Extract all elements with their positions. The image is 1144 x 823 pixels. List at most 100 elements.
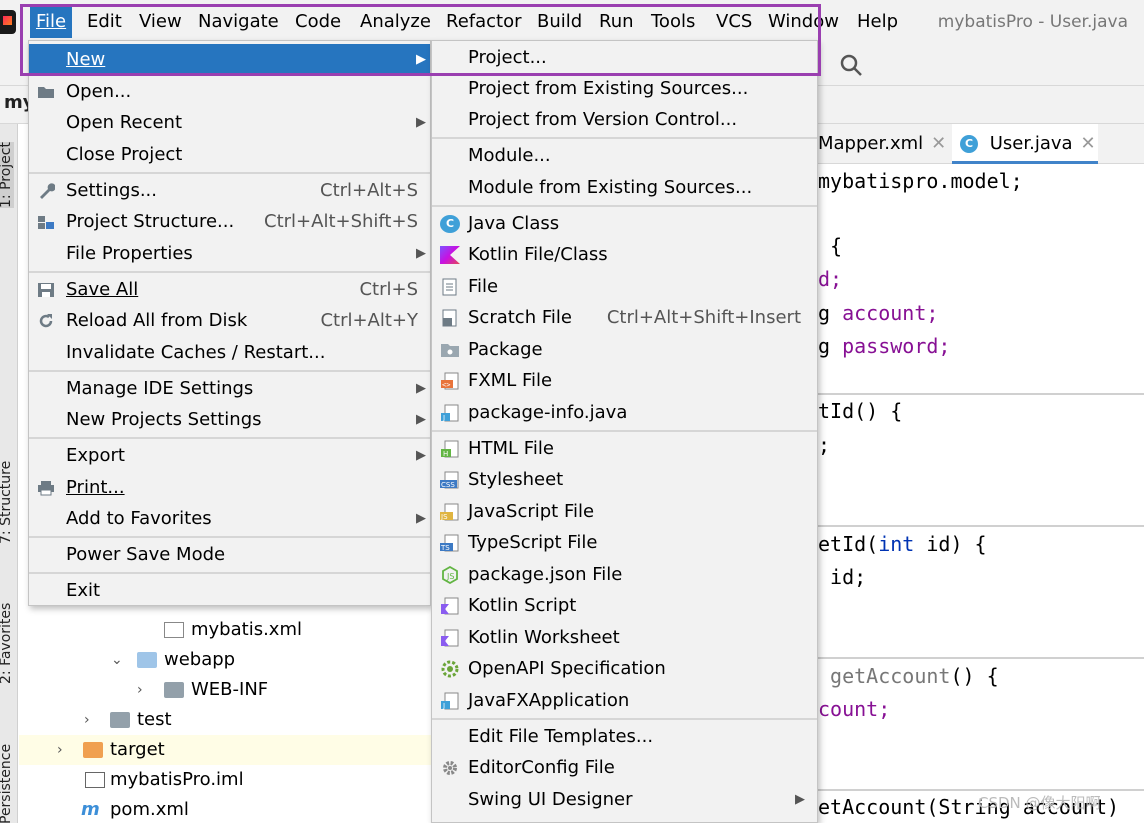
tree-row[interactable]: mybatisPro.iml (19, 765, 431, 795)
menu-item-reload[interactable]: Reload All from Disk Ctrl+Alt+Y (29, 305, 430, 337)
menu-item-new-projects-settings[interactable]: New Projects Settings ▶ (29, 404, 430, 436)
menu-item-swing-ui-designer[interactable]: Swing UI Designer ▶ (432, 784, 817, 816)
search-icon[interactable] (838, 52, 864, 78)
menu-edit[interactable]: Edit (81, 6, 128, 38)
menu-item-add-to-favorites[interactable]: Add to Favorites ▶ (29, 503, 430, 535)
menu-item-package[interactable]: Package (432, 334, 817, 366)
tree-row[interactable]: › WEB-INF (19, 675, 431, 705)
menu-item-close-project[interactable]: Close Project (29, 139, 430, 171)
menu-item-exit[interactable]: Exit (29, 575, 430, 607)
code-line: d; (818, 267, 843, 291)
excluded-folder-icon (83, 742, 103, 758)
menu-item-project-from-existing-sources[interactable]: Project from Existing Sources... (432, 73, 817, 105)
folder-open-icon (38, 87, 54, 98)
tab-mapper-xml[interactable]: Mapper.xml ✕ (818, 124, 948, 164)
menu-vcs[interactable]: VCS (710, 6, 758, 38)
menu-item-html-file[interactable]: H HTML File (432, 433, 817, 465)
code-editor[interactable]: mybatispro.model; { d; g account; g pass… (818, 164, 1144, 823)
code-line: count; (818, 697, 891, 721)
menu-navigate[interactable]: Navigate (192, 6, 285, 38)
method-separator (818, 657, 1144, 659)
menu-item-new[interactable]: New ▶ (29, 44, 430, 76)
menu-refactor[interactable]: Refactor (440, 6, 528, 38)
menu-item-manage-ide-settings[interactable]: Manage IDE Settings ▶ (29, 373, 430, 405)
menu-help[interactable]: Help (851, 6, 904, 38)
menu-file[interactable]: File (30, 6, 73, 38)
menu-item-fxml-file[interactable]: <> FXML File (432, 365, 817, 397)
menu-item-power-save-mode[interactable]: Power Save Mode (29, 539, 430, 571)
scratch-file-icon (442, 309, 457, 327)
menu-item-package-info[interactable]: J package-info.java (432, 397, 817, 429)
menu-item-kotlin-class[interactable]: Kotlin File/Class (432, 239, 817, 271)
menu-item-stylesheet[interactable]: CSS Stylesheet (432, 464, 817, 496)
tree-row[interactable]: m pom.xml (19, 795, 431, 823)
tree-row[interactable]: › target (19, 735, 431, 765)
menu-item-file-properties[interactable]: File Properties ▶ (29, 238, 430, 270)
close-icon[interactable]: ✕ (1081, 133, 1096, 154)
menu-build[interactable]: Build (531, 6, 588, 38)
menu-item-kotlin-script[interactable]: Kotlin Script (432, 590, 817, 622)
menu-item-java-class[interactable]: C Java Class (432, 208, 817, 240)
fxml-file-icon: <> (441, 372, 459, 390)
menu-item-print[interactable]: Print... (29, 472, 430, 504)
menu-item-project-structure[interactable]: Project Structure... Ctrl+Alt+Shift+S (29, 206, 430, 238)
menu-separator (29, 437, 430, 439)
menu-item-module-from-existing-sources[interactable]: Module from Existing Sources... (432, 172, 817, 204)
menu-item-open[interactable]: Open... (29, 76, 430, 108)
xml-file-icon (164, 622, 184, 638)
tab-persistence[interactable]: Persistence (0, 744, 14, 823)
menu-item-file[interactable]: File (432, 271, 817, 303)
menu-item-package-json[interactable]: JS package.json File (432, 559, 817, 591)
menu-item-typescript-file[interactable]: TS TypeScript File (432, 527, 817, 559)
menu-item-module[interactable]: Module... (432, 140, 817, 172)
chevron-down-icon[interactable]: ⌄ (111, 645, 123, 675)
code-line: getAccount() { (818, 664, 999, 688)
tree-row[interactable]: ⌄ webapp (19, 645, 431, 675)
menu-item-open-recent[interactable]: Open Recent ▶ (29, 107, 430, 139)
chevron-right-icon[interactable]: › (137, 675, 143, 705)
javafx-icon: J (441, 692, 459, 710)
printer-icon (38, 481, 54, 496)
javascript-file-icon: JS (440, 503, 459, 521)
method-separator (818, 789, 1144, 791)
new-submenu: Project... Project from Existing Sources… (431, 40, 818, 823)
menu-item-edit-file-templates[interactable]: Edit File Templates... (432, 721, 817, 753)
folder-icon (164, 682, 184, 698)
menu-code[interactable]: Code (289, 6, 347, 38)
menu-item-openapi-specification[interactable]: OpenAPI Specification (432, 653, 817, 685)
code-line: g password; (818, 334, 951, 358)
menu-item-project[interactable]: Project... (432, 42, 817, 74)
code-line: mybatispro.model; (818, 169, 1023, 193)
menu-tools[interactable]: Tools (645, 6, 701, 38)
chevron-right-icon[interactable]: › (84, 705, 90, 735)
svg-text:H: H (443, 450, 448, 458)
menu-window[interactable]: Window (762, 6, 845, 38)
menu-view[interactable]: View (133, 6, 188, 38)
menu-analyze[interactable]: Analyze (354, 6, 437, 38)
tab-structure[interactable]: 7: Structure (0, 461, 14, 544)
menu-item-settings[interactable]: Settings... Ctrl+Alt+S (29, 175, 430, 207)
menu-item-save-all[interactable]: Save All Ctrl+S (29, 274, 430, 306)
menu-item-javafx-application[interactable]: J JavaFXApplication (432, 685, 817, 717)
watermark: CSDN @像大阳啊 (978, 794, 1101, 812)
close-icon[interactable]: ✕ (931, 133, 946, 154)
tab-favorites[interactable]: 2: Favorites (0, 603, 14, 684)
menu-item-export[interactable]: Export ▶ (29, 440, 430, 472)
menu-separator (29, 271, 430, 273)
tab-project[interactable]: 1: Project (0, 142, 14, 208)
menu-item-javascript-file[interactable]: JS JavaScript File (432, 496, 817, 528)
menu-item-editorconfig-file[interactable]: EditorConfig File (432, 752, 817, 784)
tab-user-java[interactable]: C User.java ✕ (952, 124, 1098, 164)
kotlin-script-icon (441, 597, 459, 615)
menu-item-kotlin-worksheet[interactable]: Kotlin Worksheet (432, 622, 817, 654)
menu-item-project-from-vcs[interactable]: Project from Version Control... (432, 104, 817, 136)
java-class-icon: C (440, 215, 460, 233)
menu-item-invalidate-caches[interactable]: Invalidate Caches / Restart... (29, 337, 430, 369)
chevron-right-icon[interactable]: › (57, 735, 63, 765)
menu-run[interactable]: Run (593, 6, 640, 38)
project-tree: mybatis.xml ⌄ webapp › WEB-INF › test › … (19, 605, 431, 823)
tree-row[interactable]: mybatis.xml (19, 615, 431, 645)
chevron-right-icon: ▶ (416, 412, 426, 427)
menu-item-scratch-file[interactable]: Scratch File Ctrl+Alt+Shift+Insert (432, 302, 817, 334)
tree-row[interactable]: › test (19, 705, 431, 735)
